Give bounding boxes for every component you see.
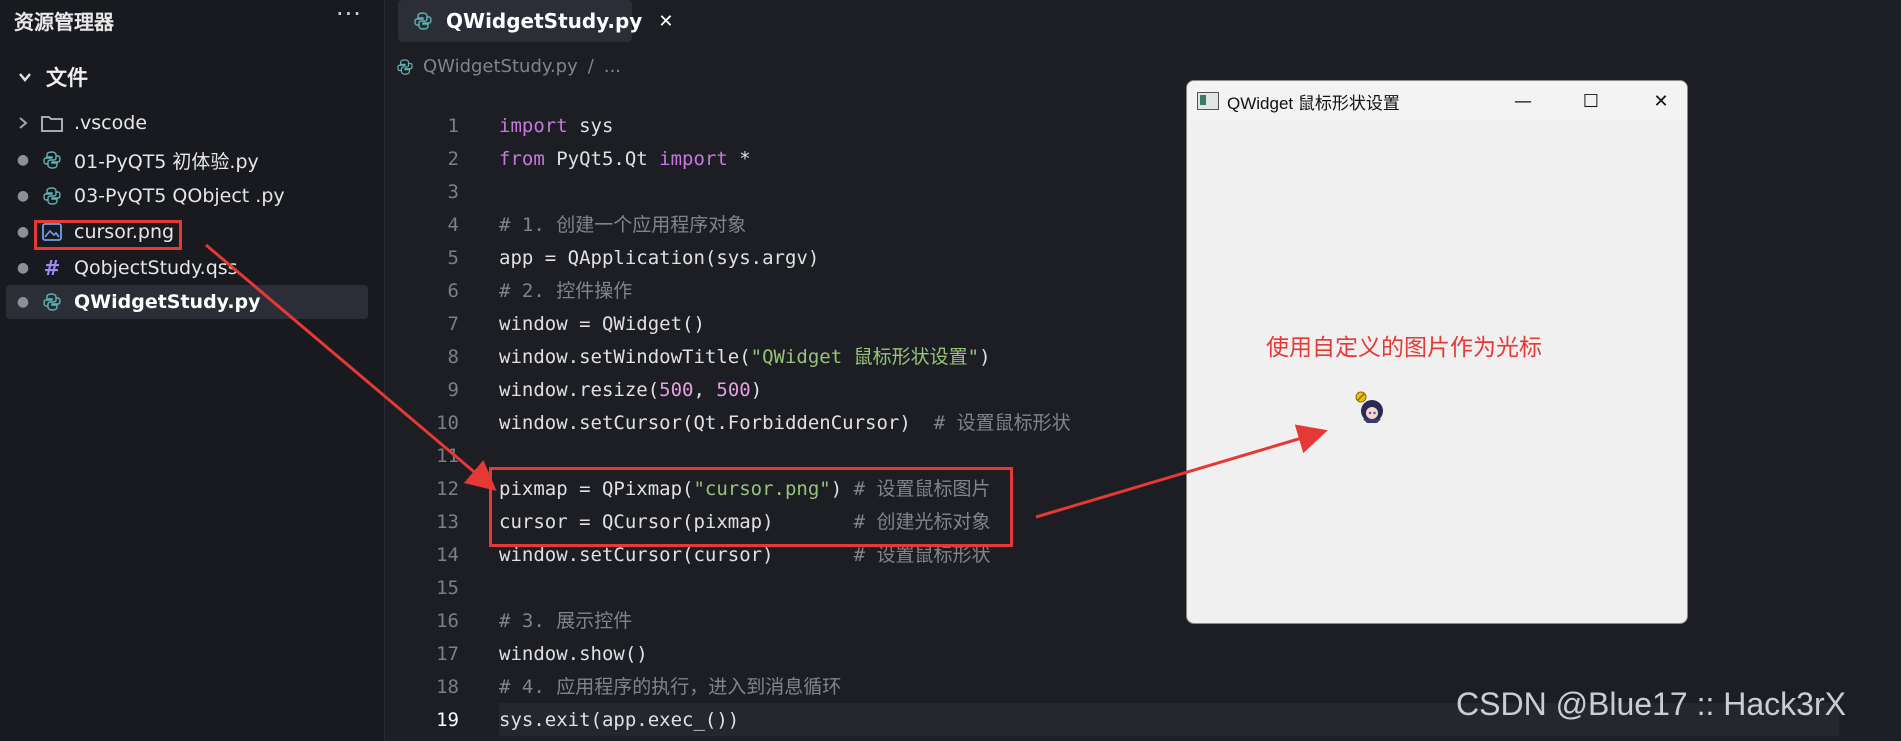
watermark: CSDN @Blue17 :: Hack3rX [1456,686,1846,722]
arrow-to-window [1035,424,1328,519]
annotation-arrows [205,243,1328,519]
arrow-to-code [205,243,497,491]
